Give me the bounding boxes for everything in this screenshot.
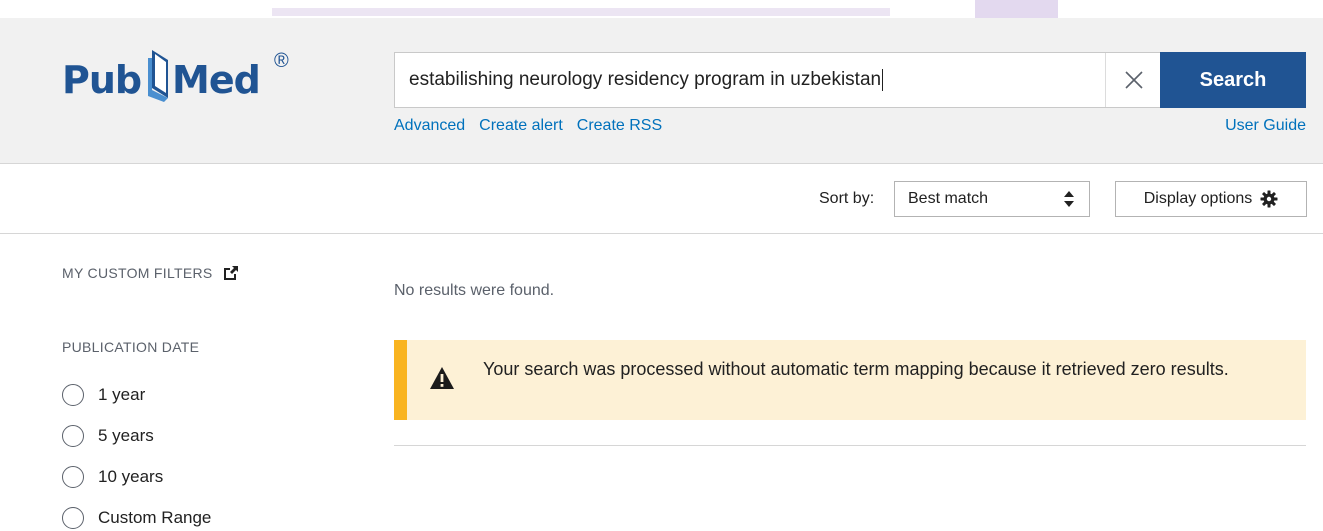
close-icon xyxy=(1124,71,1143,89)
publication-date-heading: PUBLICATION DATE xyxy=(62,339,200,355)
search-input[interactable]: estabilishing neurology residency progra… xyxy=(409,53,884,107)
create-alert-link[interactable]: Create alert xyxy=(479,117,563,134)
radio-label: 5 years xyxy=(98,426,154,445)
custom-filters-section[interactable]: MY CUSTOM FILTERS xyxy=(62,265,239,281)
warning-alert: Your search was processed without automa… xyxy=(394,340,1306,420)
search-button[interactable]: Search xyxy=(1160,52,1306,108)
top-strip xyxy=(0,0,1323,18)
decorative-bar xyxy=(975,0,1058,18)
radio-label: 1 year xyxy=(98,385,146,404)
date-option-10-years[interactable]: 10 years xyxy=(62,466,163,488)
search-links: Advanced Create alert Create RSS xyxy=(394,117,676,135)
gear-icon xyxy=(1260,190,1278,208)
custom-filters-heading: MY CUSTOM FILTERS xyxy=(62,265,213,281)
no-results-message: No results were found. xyxy=(394,282,555,299)
pubmed-logo[interactable]: Pub Med ® xyxy=(62,44,302,114)
header: Pub Med ® estabilishing neurology reside… xyxy=(0,18,1323,164)
date-option-1-year[interactable]: 1 year xyxy=(62,384,145,406)
display-options-label: Display options xyxy=(1143,190,1253,207)
results-toolbar: Sort by: Best match Display options xyxy=(0,164,1323,234)
create-rss-link[interactable]: Create RSS xyxy=(577,117,662,134)
radio-label: 10 years xyxy=(98,467,164,486)
decorative-bar xyxy=(272,8,890,16)
radio-button[interactable] xyxy=(62,466,84,488)
date-option-5-years[interactable]: 5 years xyxy=(62,425,154,447)
radio-button[interactable] xyxy=(62,384,84,406)
text-caret xyxy=(882,68,884,91)
display-options-button[interactable]: Display options xyxy=(1115,181,1307,217)
radio-label: Custom Range xyxy=(98,508,212,527)
sort-label: Sort by: xyxy=(819,190,875,207)
divider xyxy=(394,445,1306,446)
sort-arrows-icon xyxy=(1064,191,1074,207)
radio-button[interactable] xyxy=(62,507,84,529)
sort-select[interactable]: Best match xyxy=(894,181,1090,217)
filters-sidebar: MY CUSTOM FILTERS PUBLICATION DATE 1 yea… xyxy=(62,234,362,531)
user-guide-link[interactable]: User Guide xyxy=(1225,117,1306,135)
date-option-custom-range[interactable]: Custom Range xyxy=(62,507,211,529)
advanced-link[interactable]: Advanced xyxy=(394,117,465,134)
registered-mark: ® xyxy=(274,50,289,72)
logo-text-med: Med xyxy=(172,58,261,102)
radio-button[interactable] xyxy=(62,425,84,447)
external-link-icon[interactable] xyxy=(223,265,239,281)
logo-text-pub: Pub xyxy=(62,58,142,102)
search-input-container[interactable]: estabilishing neurology residency progra… xyxy=(394,52,1160,108)
clear-search-button[interactable] xyxy=(1106,53,1161,107)
search-query-text: estabilishing neurology residency progra… xyxy=(409,69,882,90)
alert-message: Your search was processed without automa… xyxy=(483,359,1229,379)
warning-icon xyxy=(430,367,454,389)
sort-selected-value: Best match xyxy=(908,190,989,207)
